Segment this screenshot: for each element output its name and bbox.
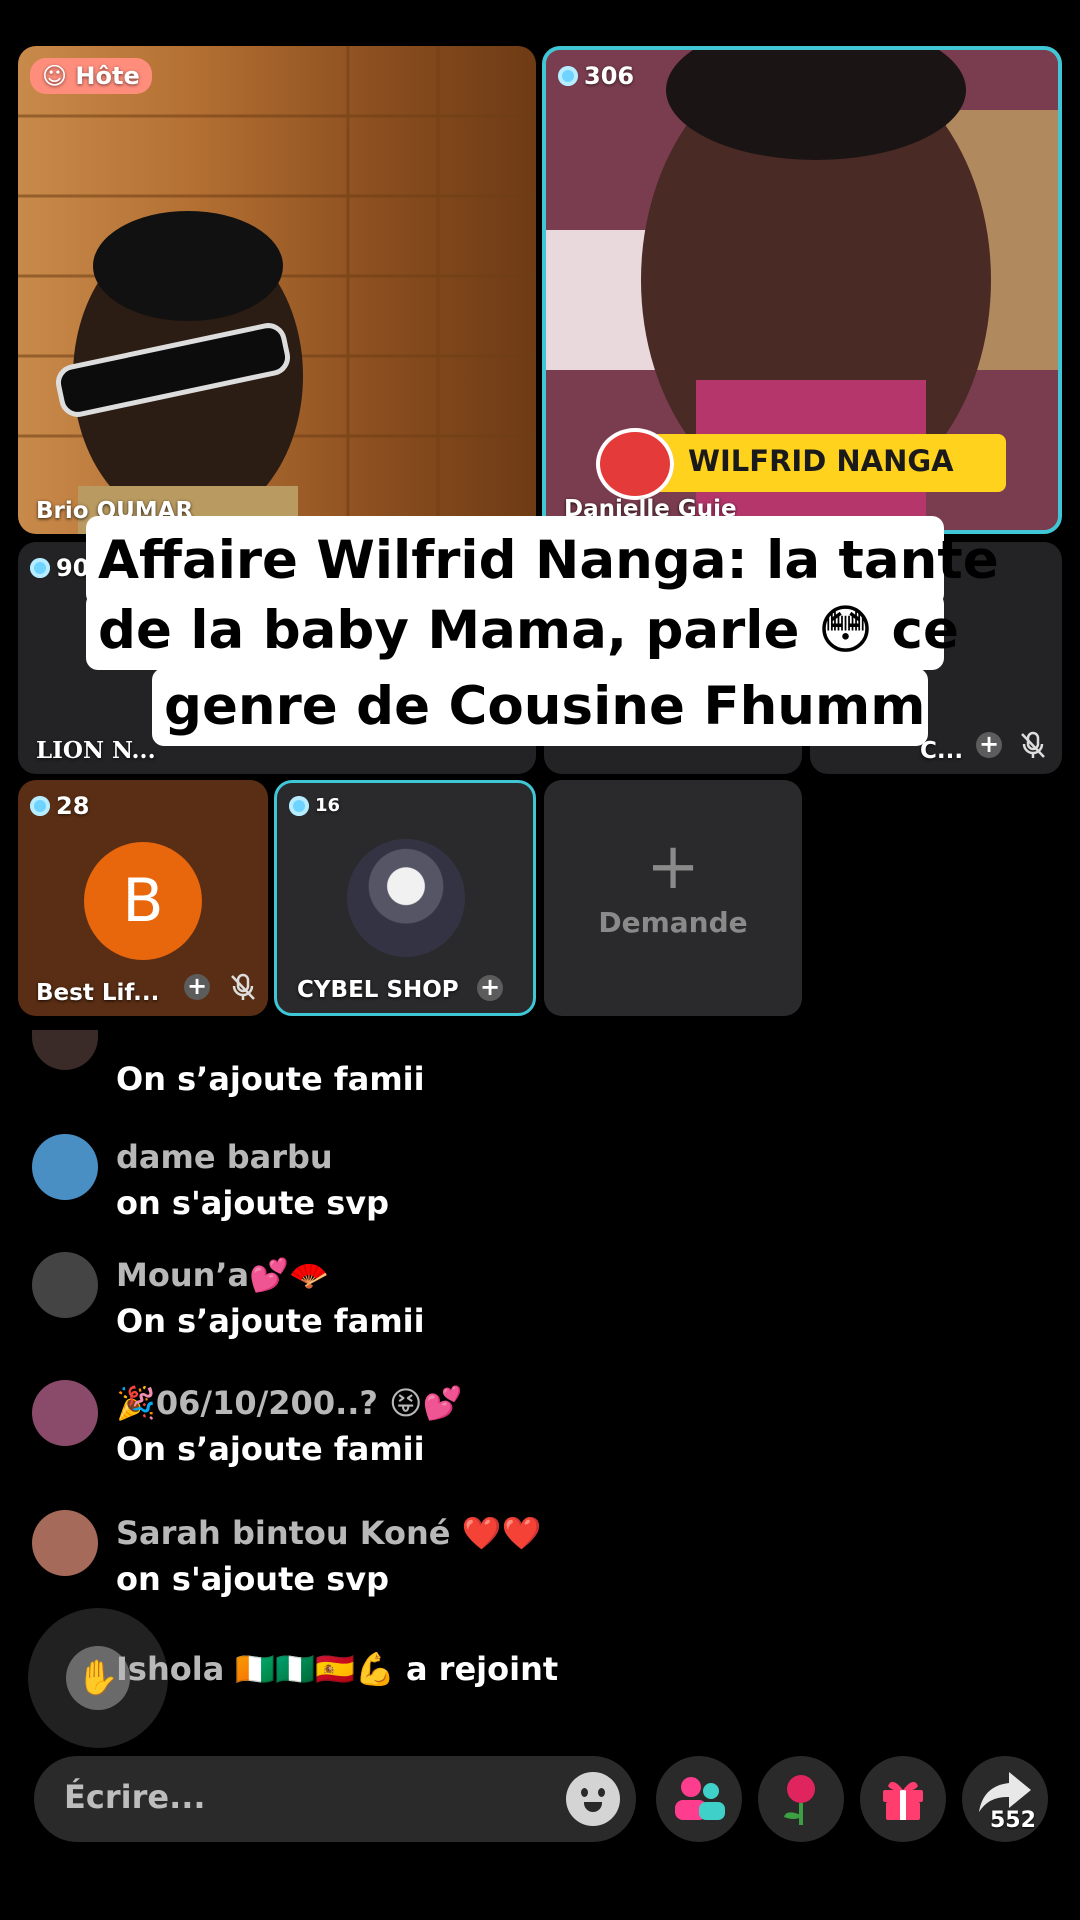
chat-username[interactable]: Moun’a💕🪭 — [116, 1252, 425, 1298]
plus-icon: + — [646, 830, 700, 904]
chat-message-partial: On s’ajoute famii — [32, 1030, 425, 1102]
caption-line-2: de la baby Mama, parle 😳 ce — [86, 592, 959, 670]
guest-video-tile-1[interactable]: 306 WILFRID NANGA Danielle Guie — [542, 46, 1062, 534]
gem-icon — [558, 66, 578, 86]
people-icon — [675, 1777, 725, 1820]
viewer-count-badge: 90 — [30, 554, 89, 582]
guest-name: Best Lif... — [36, 980, 160, 1006]
comment-placeholder: Écrire... — [64, 1778, 206, 1816]
viewer-count-badge: 28 — [30, 792, 89, 820]
chat-text: on s'ajoute svp — [116, 1184, 390, 1222]
rose-gift-button[interactable] — [758, 1756, 844, 1842]
join-notice: Ishola 🇨🇮🇳🇬🇪🇸💪 a rejoint — [116, 1650, 558, 1688]
chat-username[interactable]: Sarah bintou Koné ❤️❤️ — [116, 1510, 541, 1556]
guest-name: CYBEL SHOP — [297, 977, 459, 1003]
caption-line-3: genre de Cousine Fhumm — [152, 668, 928, 746]
chat-text: on s'ajoute svp — [116, 1560, 390, 1598]
user-avatar — [32, 1030, 98, 1070]
name-banner: WILFRID NANGA — [596, 428, 1006, 500]
avatar: B — [84, 842, 202, 960]
add-guest-icon[interactable]: + — [976, 732, 1002, 758]
gem-icon — [289, 795, 309, 816]
chat-username[interactable]: dame barbu — [116, 1134, 389, 1180]
guest-tile-best-life[interactable]: 28 B Best Lif... + — [18, 780, 268, 1016]
chat-message: Moun’a💕🪭 On s’ajoute famii — [32, 1252, 425, 1344]
user-avatar[interactable] — [32, 1510, 98, 1576]
guest-name: C... — [920, 738, 964, 764]
join-username[interactable]: Ishola 🇨🇮🇳🇬🇪🇸💪 — [116, 1650, 395, 1688]
share-button[interactable]: 552 — [962, 1756, 1048, 1842]
user-avatar[interactable] — [32, 1134, 98, 1200]
share-count: 552 — [990, 1808, 1036, 1833]
chat-text: On s’ajoute famii — [116, 1430, 425, 1468]
viewer-count-badge: 16 — [289, 795, 340, 816]
host-icon: ☺ — [42, 62, 68, 90]
chat-message: Sarah bintou Koné ❤️❤️ on s'ajoute svp — [32, 1510, 541, 1602]
gem-icon — [30, 796, 50, 816]
chat-message: 🎉06/10/200..? 😝💕 On s’ajoute famii — [32, 1380, 462, 1472]
chat-text: On s’ajoute famii — [116, 1302, 425, 1340]
gift-icon — [883, 1781, 923, 1820]
guest-name: LION N... — [36, 737, 156, 764]
host-video-image — [18, 46, 536, 534]
host-badge: ☺ Hôte — [30, 58, 152, 94]
chat-message: dame barbu on s'ajoute svp — [32, 1134, 389, 1226]
avatar — [347, 839, 465, 957]
rose-icon — [784, 1775, 815, 1825]
mic-muted-icon — [231, 973, 255, 1000]
gem-icon — [30, 558, 50, 578]
request-slot[interactable]: + Demande — [544, 780, 802, 1016]
guest-tile-cybel-shop[interactable]: 16 CYBEL SHOP + — [274, 780, 536, 1016]
mic-muted-icon — [1021, 731, 1045, 758]
chat-username[interactable]: 🎉06/10/200..? 😝💕 — [116, 1380, 462, 1426]
guests-button[interactable] — [656, 1756, 742, 1842]
gift-button[interactable] — [860, 1756, 946, 1842]
request-label: Demande — [598, 906, 748, 939]
viewer-count-badge: 306 — [558, 62, 634, 90]
host-video-tile[interactable]: ☺ Hôte Brio OUMAR — [18, 46, 536, 534]
user-avatar[interactable] — [32, 1252, 98, 1318]
chat-text: On s’ajoute famii — [116, 1060, 425, 1098]
add-guest-icon[interactable]: + — [184, 974, 210, 1000]
add-guest-icon[interactable]: + — [477, 975, 503, 1001]
comment-input[interactable]: Écrire... — [34, 1756, 636, 1842]
mascot-icon — [596, 428, 674, 500]
user-avatar[interactable] — [32, 1380, 98, 1446]
emoji-icon[interactable] — [566, 1772, 620, 1826]
join-action: a rejoint — [405, 1650, 559, 1688]
